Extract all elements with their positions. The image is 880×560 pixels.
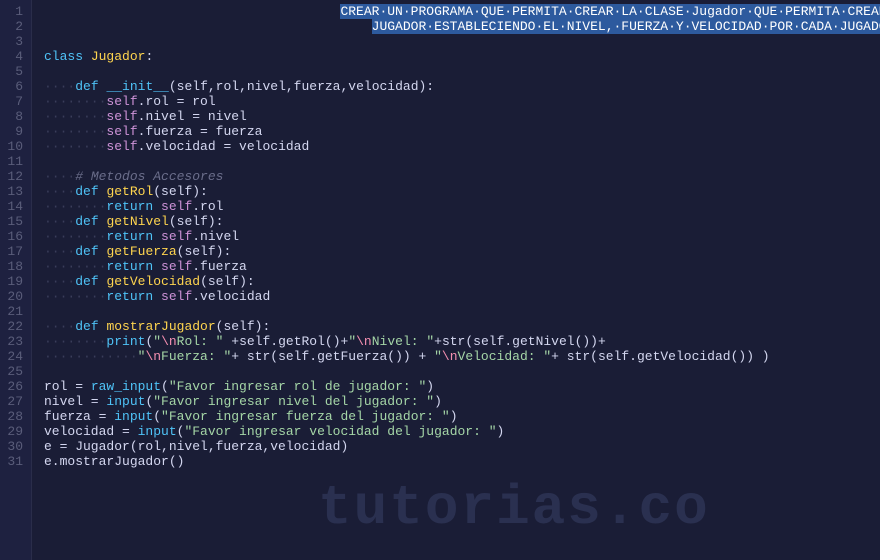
line-number: 10 <box>4 139 23 154</box>
line-number: 17 <box>4 244 23 259</box>
code-line[interactable]: rol = raw_input("Favor ingresar rol de j… <box>44 379 880 394</box>
code-line[interactable]: ········return self.rol <box>44 199 880 214</box>
line-number: 5 <box>4 64 23 79</box>
line-number: 12 <box>4 169 23 184</box>
code-line[interactable]: e.mostrarJugador() <box>44 454 880 469</box>
line-number: 2 <box>4 19 23 34</box>
code-line[interactable]: ····def getVelocidad(self): <box>44 274 880 289</box>
line-number: 20 <box>4 289 23 304</box>
code-line[interactable]: ····def getFuerza(self): <box>44 244 880 259</box>
code-line[interactable]: ····def getRol(self): <box>44 184 880 199</box>
line-number: 30 <box>4 439 23 454</box>
code-line[interactable]: nivel = input("Favor ingresar nivel del … <box>44 394 880 409</box>
code-line[interactable]: ········self.nivel = nivel <box>44 109 880 124</box>
line-number: 8 <box>4 109 23 124</box>
line-number: 7 <box>4 94 23 109</box>
code-line[interactable]: ····def __init__(self,rol,nivel,fuerza,v… <box>44 79 880 94</box>
line-number: 14 <box>4 199 23 214</box>
line-number: 11 <box>4 154 23 169</box>
line-number: 29 <box>4 424 23 439</box>
code-line[interactable] <box>44 304 880 319</box>
code-line[interactable]: ····def mostrarJugador(self): <box>44 319 880 334</box>
code-line[interactable] <box>44 34 880 49</box>
code-line[interactable] <box>44 64 880 79</box>
line-number: 23 <box>4 334 23 349</box>
code-line[interactable]: ········print("\nRol: " +self.getRol()+"… <box>44 334 880 349</box>
watermark-logo: tutorias.co <box>318 476 710 540</box>
line-number: 15 <box>4 214 23 229</box>
code-line[interactable]: class Jugador: <box>44 49 880 64</box>
code-line[interactable] <box>44 154 880 169</box>
code-line[interactable]: ········self.fuerza = fuerza <box>44 124 880 139</box>
code-line[interactable]: ············"\nFuerza: "+ str(self.getFu… <box>44 349 880 364</box>
code-line[interactable]: ········self.rol = rol <box>44 94 880 109</box>
code-line[interactable] <box>44 364 880 379</box>
code-line[interactable]: e = Jugador(rol,nivel,fuerza,velocidad) <box>44 439 880 454</box>
line-number: 13 <box>4 184 23 199</box>
line-number: 25 <box>4 364 23 379</box>
line-number: 6 <box>4 79 23 94</box>
code-line[interactable]: fuerza = input("Favor ingresar fuerza de… <box>44 409 880 424</box>
line-number: 3 <box>4 34 23 49</box>
code-line[interactable]: ····def getNivel(self): <box>44 214 880 229</box>
line-number-gutter: 1234567891011121314151617181920212223242… <box>0 0 32 560</box>
line-number: 1 <box>4 4 23 19</box>
code-line[interactable]: JUGADOR·ESTABLECIENDO·EL·NIVEL,·FUERZA·Y… <box>44 19 880 34</box>
line-number: 22 <box>4 319 23 334</box>
code-line[interactable]: velocidad = input("Favor ingresar veloci… <box>44 424 880 439</box>
code-area[interactable]: CREAR·UN·PROGRAMA·QUE·PERMITA·CREAR·LA·C… <box>32 0 880 560</box>
code-line[interactable]: CREAR·UN·PROGRAMA·QUE·PERMITA·CREAR·LA·C… <box>44 4 880 19</box>
line-number: 26 <box>4 379 23 394</box>
line-number: 27 <box>4 394 23 409</box>
code-editor[interactable]: 1234567891011121314151617181920212223242… <box>0 0 880 560</box>
line-number: 21 <box>4 304 23 319</box>
code-line[interactable]: ········self.velocidad = velocidad <box>44 139 880 154</box>
line-number: 28 <box>4 409 23 424</box>
line-number: 18 <box>4 259 23 274</box>
code-line[interactable]: ········return self.fuerza <box>44 259 880 274</box>
line-number: 19 <box>4 274 23 289</box>
code-line[interactable]: ········return self.velocidad <box>44 289 880 304</box>
line-number: 16 <box>4 229 23 244</box>
code-line[interactable]: ····# Metodos Accesores <box>44 169 880 184</box>
code-line[interactable]: ········return self.nivel <box>44 229 880 244</box>
line-number: 24 <box>4 349 23 364</box>
line-number: 9 <box>4 124 23 139</box>
line-number: 31 <box>4 454 23 469</box>
line-number: 4 <box>4 49 23 64</box>
